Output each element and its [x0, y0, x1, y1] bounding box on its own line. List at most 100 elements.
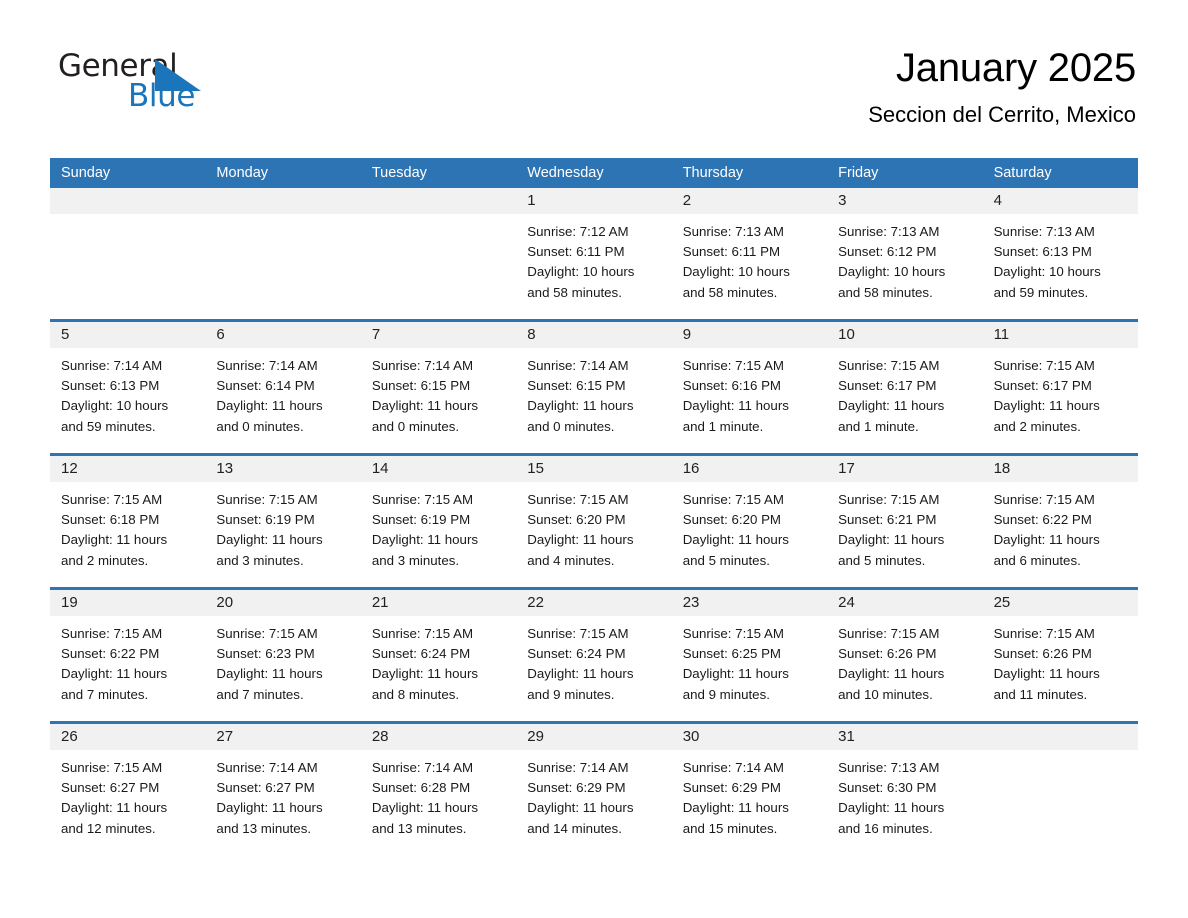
day-number-strip: 13	[205, 456, 361, 482]
day-number-strip: 4	[982, 188, 1138, 214]
day-cell[interactable]: 28 Sunrise: 7:14 AM Sunset: 6:28 PM Dayligh…	[360, 724, 517, 843]
weekday-header-thursday: Thursday	[682, 165, 744, 181]
day-info-line: Daylight: 11 hours	[527, 398, 634, 414]
day-info-line: Sunrise: 7:14 AM	[682, 760, 784, 775]
day-cell[interactable]: 23 Sunrise: 7:15 AM Sunset: 6:25 PM Dayligh…	[671, 590, 828, 709]
day-cell-body: Sunrise: 7:15 AM Sunset: 6:20 PM Daylight:…	[672, 482, 827, 571]
day-cell[interactable]: 2 Sunrise: 7:13 AM Sunset: 6:11 PM Daylight…	[671, 188, 828, 307]
day-cell-body: Sunrise: 7:15 AM Sunset: 6:21 PM Daylight:…	[827, 482, 982, 571]
day-info-line: Sunset: 6:20 PM	[527, 512, 626, 528]
day-cell-empty	[205, 188, 361, 307]
day-info-line: Sunset: 6:25 PM	[682, 646, 782, 662]
day-cell[interactable]: 5 Sunrise: 7:14 AM Sunset: 6:13 PM Daylight…	[50, 322, 206, 441]
day-cell[interactable]: 15 Sunrise: 7:15 AM Sunset: 6:20 PM Dayligh…	[516, 456, 672, 575]
day-info-line: and 7 minutes.	[216, 686, 304, 702]
day-number-strip	[205, 188, 361, 214]
day-cell[interactable]: 13 Sunrise: 7:15 AM Sunset: 6:19 PM Dayligh…	[205, 456, 361, 575]
day-info-line: Daylight: 11 hours	[61, 532, 168, 548]
day-number: 13	[216, 460, 234, 477]
day-cell[interactable]: 16 Sunrise: 7:15 AM Sunset: 6:20 PM Dayligh…	[671, 456, 828, 575]
day-cell[interactable]: 17 Sunrise: 7:15 AM Sunset: 6:21 PM Dayligh…	[827, 456, 983, 575]
day-info-line: Daylight: 11 hours	[61, 800, 168, 816]
day-cell-body: Sunrise: 7:15 AM Sunset: 6:20 PM Daylight:…	[516, 482, 671, 571]
day-info-line: and 58 minutes.	[527, 284, 622, 300]
day-info-line: Daylight: 11 hours	[993, 666, 1100, 682]
day-number: 30	[682, 728, 700, 745]
day-cell[interactable]: 24 Sunrise: 7:15 AM Sunset: 6:26 PM Dayligh…	[827, 590, 983, 709]
day-number: 3	[838, 192, 847, 209]
day-cell[interactable]: 11 Sunrise: 7:15 AM Sunset: 6:17 PM Dayligh…	[982, 322, 1138, 441]
day-number: 28	[371, 728, 389, 745]
day-number: 25	[993, 594, 1011, 611]
day-info-line: Sunset: 6:27 PM	[61, 780, 160, 796]
day-cell-body: Sunrise: 7:15 AM Sunset: 6:27 PM Daylight:…	[50, 750, 205, 839]
day-number-strip: 26	[50, 724, 206, 750]
day-info-line: Sunrise: 7:15 AM	[838, 492, 940, 507]
day-info-line: Sunset: 6:26 PM	[838, 646, 937, 662]
day-info-line: and 2 minutes.	[61, 552, 149, 568]
day-number-strip	[982, 724, 1138, 750]
day-number-strip: 16	[671, 456, 828, 482]
calendar-week-row: 1 Sunrise: 7:12 AM Sunset: 6:11 PM Daylight…	[50, 188, 1138, 307]
day-number: 18	[993, 460, 1011, 477]
generalblue-logo[interactable]: General Blue	[58, 48, 258, 118]
day-info-line: and 59 minutes.	[61, 418, 156, 434]
day-cell-body: Sunrise: 7:15 AM Sunset: 6:19 PM Daylight:…	[205, 482, 360, 571]
day-cell[interactable]: 14 Sunrise: 7:15 AM Sunset: 6:19 PM Dayligh…	[360, 456, 517, 575]
day-info-line: and 10 minutes.	[838, 686, 933, 702]
day-cell[interactable]: 30 Sunrise: 7:14 AM Sunset: 6:29 PM Dayligh…	[671, 724, 828, 843]
day-info-line: Sunrise: 7:15 AM	[993, 358, 1095, 373]
day-cell[interactable]: 21 Sunrise: 7:15 AM Sunset: 6:24 PM Dayligh…	[360, 590, 517, 709]
day-number-strip: 11	[982, 322, 1138, 348]
day-cell[interactable]: 31 Sunrise: 7:13 AM Sunset: 6:30 PM Dayligh…	[827, 724, 983, 843]
day-cell-body	[361, 214, 516, 222]
day-info-line: Sunrise: 7:14 AM	[527, 760, 629, 775]
day-info-line: Sunset: 6:21 PM	[838, 512, 937, 528]
day-info-line: and 14 minutes.	[527, 820, 622, 836]
day-cell-body: Sunrise: 7:14 AM Sunset: 6:15 PM Daylight:…	[516, 348, 671, 437]
day-info-line: Sunset: 6:28 PM	[371, 780, 471, 796]
day-cell[interactable]: 3 Sunrise: 7:13 AM Sunset: 6:12 PM Daylight…	[827, 188, 983, 307]
day-info-line: Sunset: 6:13 PM	[61, 378, 160, 394]
day-number: 5	[61, 326, 70, 343]
day-cell[interactable]: 12 Sunrise: 7:15 AM Sunset: 6:18 PM Dayligh…	[50, 456, 206, 575]
day-info-line: Sunrise: 7:15 AM	[682, 492, 784, 507]
day-cell[interactable]: 18 Sunrise: 7:15 AM Sunset: 6:22 PM Dayligh…	[982, 456, 1138, 575]
day-cell[interactable]: 26 Sunrise: 7:15 AM Sunset: 6:27 PM Dayligh…	[50, 724, 206, 843]
day-cell[interactable]: 7 Sunrise: 7:14 AM Sunset: 6:15 PM Daylight…	[360, 322, 517, 441]
day-info-line: Sunrise: 7:14 AM	[216, 760, 318, 775]
day-info-line: and 13 minutes.	[371, 820, 467, 836]
day-cell[interactable]: 8 Sunrise: 7:14 AM Sunset: 6:15 PM Daylight…	[516, 322, 672, 441]
day-number-strip: 10	[827, 322, 983, 348]
day-cell[interactable]: 29 Sunrise: 7:14 AM Sunset: 6:29 PM Dayligh…	[516, 724, 672, 843]
day-info-line: and 1 minute.	[838, 418, 919, 434]
day-info-line: and 5 minutes.	[838, 552, 926, 568]
day-cell[interactable]: 4 Sunrise: 7:13 AM Sunset: 6:13 PM Daylight…	[982, 188, 1138, 307]
day-info-line: Daylight: 11 hours	[216, 532, 323, 548]
day-number-strip: 15	[516, 456, 672, 482]
day-info-line: Daylight: 11 hours	[371, 398, 479, 414]
day-number-strip: 7	[360, 322, 517, 348]
day-info-line: Daylight: 11 hours	[371, 666, 479, 682]
day-cell[interactable]: 19 Sunrise: 7:15 AM Sunset: 6:22 PM Dayligh…	[50, 590, 206, 709]
day-number: 9	[682, 326, 692, 343]
day-cell[interactable]: 1 Sunrise: 7:12 AM Sunset: 6:11 PM Daylight…	[516, 188, 672, 307]
day-cell-empty	[982, 724, 1138, 843]
day-number-strip: 31	[827, 724, 983, 750]
day-number: 22	[527, 594, 544, 611]
day-cell[interactable]: 9 Sunrise: 7:15 AM Sunset: 6:16 PM Daylight…	[671, 322, 828, 441]
day-cell[interactable]: 6 Sunrise: 7:14 AM Sunset: 6:14 PM Daylight…	[205, 322, 361, 441]
day-cell[interactable]: 27 Sunrise: 7:14 AM Sunset: 6:27 PM Dayligh…	[205, 724, 361, 843]
day-info-line: Sunset: 6:17 PM	[838, 378, 937, 394]
day-cell[interactable]: 10 Sunrise: 7:15 AM Sunset: 6:17 PM Dayligh…	[827, 322, 983, 441]
day-cell[interactable]: 25 Sunrise: 7:15 AM Sunset: 6:26 PM Dayligh…	[982, 590, 1138, 709]
day-info-line: Sunrise: 7:15 AM	[682, 626, 784, 641]
logo-text-blue: Blue	[128, 78, 195, 114]
day-cell-body: Sunrise: 7:15 AM Sunset: 6:18 PM Daylight:…	[50, 482, 205, 571]
day-cell[interactable]: 20 Sunrise: 7:15 AM Sunset: 6:23 PM Dayligh…	[205, 590, 361, 709]
day-cell[interactable]: 22 Sunrise: 7:15 AM Sunset: 6:24 PM Dayligh…	[516, 590, 672, 709]
day-number-strip: 18	[982, 456, 1138, 482]
day-info-line: Daylight: 11 hours	[682, 398, 789, 414]
day-info-line: Sunset: 6:24 PM	[371, 646, 471, 662]
day-info-line: and 1 minute.	[682, 418, 764, 434]
